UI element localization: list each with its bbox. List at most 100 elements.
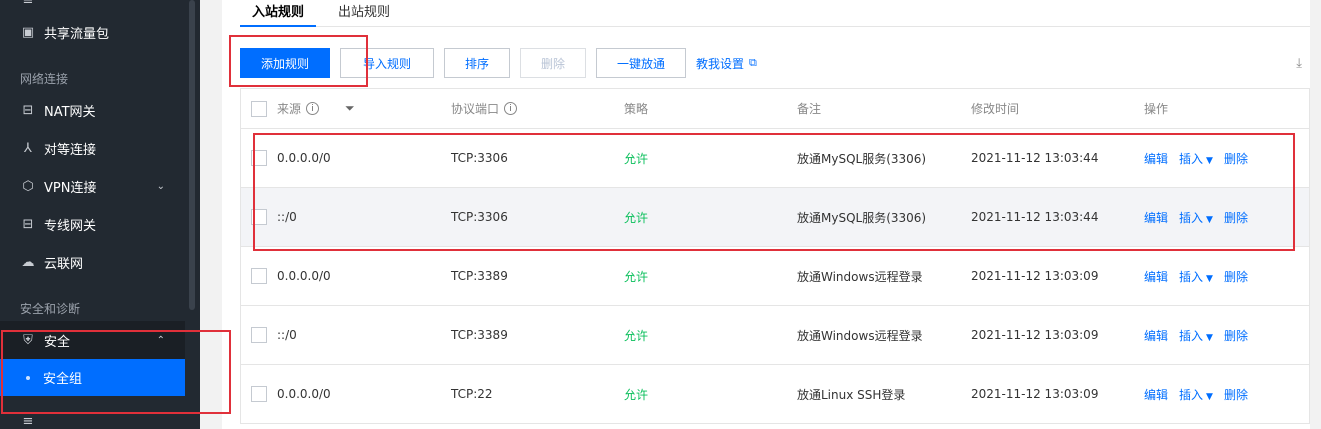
filter-icon[interactable]: ⏷ [345, 89, 355, 128]
cell-note: 放通Windows远程登录 [797, 269, 923, 284]
delete-link[interactable]: 删除 [1224, 268, 1248, 285]
column-actions: 操作 [1144, 102, 1169, 116]
caret-down-icon: ▼ [1206, 332, 1213, 343]
table-row: 0.0.0.0/0 TCP:3306 允许 放通MySQL服务(3306) 20… [241, 129, 1309, 188]
info-icon[interactable]: i [504, 102, 518, 115]
insert-dropdown[interactable]: 插入 ▼ [1179, 327, 1213, 344]
sidebar-item-more[interactable]: ≡ [0, 411, 185, 429]
sidebar-group-security: 安全和诊断 [20, 302, 81, 316]
cell-time: 2021-11-12 13:03:09 [971, 387, 1099, 401]
open-all-button[interactable]: 一键放通 [596, 48, 686, 78]
sidebar-item-security[interactable]: ⛨ 安全 ⌃ [0, 321, 185, 359]
insert-dropdown[interactable]: 插入 ▼ [1179, 150, 1213, 167]
cell-policy: 允许 [624, 387, 649, 402]
cell-note: 放通MySQL服务(3306) [797, 210, 927, 225]
edit-link[interactable]: 编辑 [1144, 268, 1168, 285]
edit-link[interactable]: 编辑 [1144, 150, 1168, 167]
row-checkbox[interactable] [251, 386, 267, 402]
cell-source: 0.0.0.0/0 [277, 151, 331, 165]
sidebar-scrollbar[interactable] [189, 0, 195, 310]
vpn-icon: ⬡ [22, 178, 34, 194]
external-link-icon: ⧉ [749, 56, 757, 69]
delete-button[interactable]: 删除 [520, 48, 586, 78]
table-row: 0.0.0.0/0 TCP:3389 允许 放通Windows远程登录 2021… [241, 247, 1309, 306]
shield-icon: ⛨ [23, 332, 33, 348]
cell-time: 2021-11-12 13:03:44 [971, 210, 1099, 224]
sidebar: ≡ ▣ 共享流量包 网络连接 ⊟ NAT网关 ⅄ 对等连接 ⬡ VPN连接 ⌄ … [0, 0, 200, 429]
cell-source: ::/0 [277, 210, 297, 224]
sidebar-item-label: 对等连接 [44, 142, 97, 158]
column-note: 备注 [797, 102, 822, 116]
direct-connect-icon: ⊟ [22, 216, 34, 232]
row-checkbox[interactable] [251, 327, 267, 343]
delete-link[interactable]: 删除 [1224, 327, 1248, 344]
sidebar-item-vpn[interactable]: ⬡ VPN连接 ⌄ [0, 167, 185, 205]
insert-label: 插入 [1179, 151, 1204, 166]
edit-link[interactable]: 编辑 [1144, 327, 1168, 344]
sort-button[interactable]: 排序 [444, 48, 510, 78]
sidebar-item-direct-connect[interactable]: ⊟ 专线网关 [0, 205, 185, 243]
edit-link[interactable]: 编辑 [1144, 386, 1168, 403]
table-header: 来源 i ⏷ 协议端口 i 策略 备注 修改时间 操作 [241, 89, 1309, 129]
tab-inbound[interactable]: 入站规则 [240, 0, 317, 27]
caret-down-icon: ▼ [1206, 391, 1213, 402]
insert-label: 插入 [1179, 269, 1204, 284]
sidebar-item-label: NAT网关 [44, 104, 96, 120]
caret-down-icon: ▼ [1206, 214, 1213, 225]
nat-gateway-icon: ⊟ [22, 102, 34, 118]
info-icon[interactable]: i [306, 102, 320, 115]
cell-actions: 编辑 插入 ▼ 删除 [1144, 247, 1248, 305]
traffic-package-icon: ▣ [21, 24, 35, 40]
help-link-label: 教我设置 [696, 56, 745, 71]
sidebar-item-label: VPN连接 [44, 180, 97, 196]
select-all-checkbox[interactable] [251, 100, 267, 117]
cell-actions: 编辑 插入 ▼ 删除 [1144, 129, 1248, 187]
delete-link[interactable]: 删除 [1224, 150, 1248, 167]
insert-label: 插入 [1179, 328, 1204, 343]
table-row: ::/0 TCP:3306 允许 放通MySQL服务(3306) 2021-11… [241, 188, 1309, 247]
sidebar-item-ccn[interactable]: ☁ 云联网 [0, 243, 185, 281]
insert-dropdown[interactable]: 插入 ▼ [1179, 209, 1213, 226]
sidebar-item-top[interactable]: ≡ [0, 0, 185, 10]
cell-actions: 编辑 插入 ▼ 删除 [1144, 188, 1248, 246]
add-rule-button[interactable]: 添加规则 [240, 48, 330, 78]
chevron-down-icon: ⌄ [156, 180, 165, 192]
sidebar-item-security-group[interactable]: 安全组 [0, 359, 185, 396]
cell-time: 2021-11-12 13:03:09 [971, 269, 1099, 283]
row-checkbox[interactable] [251, 268, 267, 284]
delete-link[interactable]: 删除 [1224, 386, 1248, 403]
delete-link[interactable]: 删除 [1224, 209, 1248, 226]
column-port: 协议端口 [451, 102, 500, 116]
cell-source: 0.0.0.0/0 [277, 269, 331, 283]
edit-link[interactable]: 编辑 [1144, 209, 1168, 226]
main-content: 入站规则 出站规则 添加规则 导入规则 排序 删除 一键放通 教我设置 ⧉ ⤓ … [200, 0, 1321, 429]
sidebar-item-traffic-package[interactable]: ▣ 共享流量包 [0, 13, 185, 51]
tab-outbound[interactable]: 出站规则 [326, 0, 402, 27]
cell-note: 放通MySQL服务(3306) [797, 151, 927, 166]
rules-panel: 入站规则 出站规则 添加规则 导入规则 排序 删除 一键放通 教我设置 ⧉ ⤓ … [222, 0, 1310, 429]
menu-icon: ≡ [22, 0, 34, 8]
row-checkbox[interactable] [251, 209, 267, 225]
cell-note: 放通Linux SSH登录 [797, 387, 906, 402]
insert-dropdown[interactable]: 插入 ▼ [1179, 386, 1213, 403]
insert-label: 插入 [1179, 387, 1204, 402]
cell-port: TCP:22 [451, 387, 493, 401]
sidebar-item-peering[interactable]: ⅄ 对等连接 [0, 129, 185, 167]
cell-port: TCP:3389 [451, 328, 508, 342]
insert-label: 插入 [1179, 210, 1204, 225]
list-icon: ≡ [22, 413, 34, 429]
table-row: 0.0.0.0/0 TCP:22 允许 放通Linux SSH登录 2021-1… [241, 365, 1309, 424]
help-link[interactable]: 教我设置 ⧉ [696, 55, 757, 72]
caret-down-icon: ▼ [1206, 155, 1213, 166]
column-time: 修改时间 [971, 102, 1020, 116]
sidebar-item-label: 安全 [44, 334, 71, 350]
rules-table: 来源 i ⏷ 协议端口 i 策略 备注 修改时间 操作 0.0.0.0/0 TC… [240, 88, 1310, 424]
insert-dropdown[interactable]: 插入 ▼ [1179, 268, 1213, 285]
rule-tabs: 入站规则 出站规则 [240, 0, 1310, 27]
cell-policy: 允许 [624, 269, 649, 284]
cell-time: 2021-11-12 13:03:09 [971, 328, 1099, 342]
download-icon[interactable]: ⤓ [1296, 56, 1302, 71]
row-checkbox[interactable] [251, 150, 267, 166]
import-rule-button[interactable]: 导入规则 [340, 48, 434, 78]
sidebar-item-nat[interactable]: ⊟ NAT网关 [0, 91, 185, 129]
